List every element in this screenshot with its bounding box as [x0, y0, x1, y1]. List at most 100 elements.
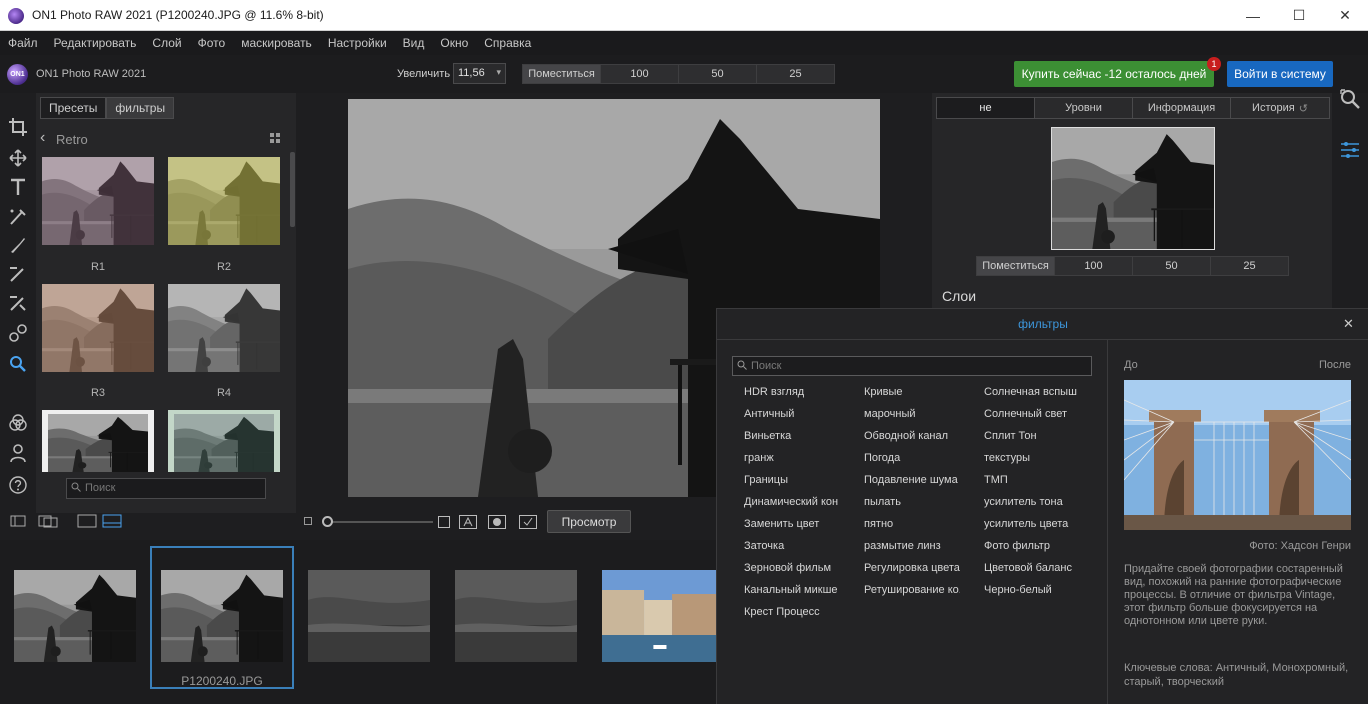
text-overlay-icon[interactable]: [459, 515, 477, 529]
filter-item[interactable]: Погода: [864, 452, 982, 464]
filter-example-image[interactable]: [1124, 380, 1351, 530]
filmstrip-thumbnail[interactable]: [308, 570, 430, 662]
filter-item[interactable]: Динамический кон: [744, 496, 840, 508]
filter-item[interactable]: Границы: [744, 474, 862, 486]
filter-item[interactable]: Солнечный свет: [984, 408, 1102, 420]
filter-item[interactable]: Регулировка цвета: [864, 562, 982, 574]
crop-icon[interactable]: [8, 117, 28, 137]
filter-item[interactable]: Античный: [744, 408, 862, 420]
nav-50-button[interactable]: 50: [1133, 257, 1211, 275]
nav-100-button[interactable]: 100: [1055, 257, 1133, 275]
filter-item[interactable]: Обводной канал: [864, 430, 982, 442]
menu-help[interactable]: Справка: [484, 36, 531, 50]
view-50-button[interactable]: 50: [679, 65, 757, 83]
filter-item[interactable]: Черно-белый: [984, 584, 1102, 596]
preview-button[interactable]: Просмотр: [547, 510, 631, 533]
people-icon[interactable]: [8, 443, 28, 463]
menu-photo[interactable]: Фото: [198, 36, 226, 50]
menu-window[interactable]: Окно: [440, 36, 468, 50]
tab-presets[interactable]: Пресеты: [40, 97, 107, 119]
menu-layer[interactable]: Слой: [152, 36, 181, 50]
retouch-brush-icon[interactable]: [8, 235, 28, 255]
slider-handle[interactable]: [322, 516, 333, 527]
filter-item[interactable]: марочный: [864, 408, 982, 420]
thumbnail-size-slider[interactable]: [330, 521, 433, 523]
close-button[interactable]: ✕: [1322, 0, 1368, 31]
help-icon[interactable]: [8, 475, 28, 495]
filmstrip-thumbnail[interactable]: [455, 570, 577, 662]
clone-icon[interactable]: [8, 323, 28, 343]
filter-item[interactable]: усилитель тона: [984, 496, 1102, 508]
filter-item[interactable]: Солнечная вспыш: [984, 386, 1082, 398]
mask-overlay-icon[interactable]: [488, 515, 506, 529]
menu-edit[interactable]: Редактировать: [54, 36, 137, 50]
menu-settings[interactable]: Настройки: [328, 36, 387, 50]
tab-info[interactable]: Информация: [1133, 98, 1231, 118]
preset-thumbnail-r1[interactable]: [42, 157, 154, 245]
view-fit-button[interactable]: Поместиться: [523, 65, 601, 83]
close-icon[interactable]: ✕: [1343, 316, 1354, 332]
grid-view-icon[interactable]: [270, 133, 280, 143]
tab-navigator[interactable]: не: [937, 98, 1035, 118]
filter-item[interactable]: Ретуширование ко.: [864, 584, 960, 596]
nav-25-button[interactable]: 25: [1211, 257, 1288, 275]
move-icon[interactable]: [8, 148, 28, 168]
filter-item[interactable]: пылать: [864, 496, 982, 508]
masking-brush-icon[interactable]: [8, 264, 28, 284]
checkmark-overlay-icon[interactable]: [519, 515, 537, 529]
preset-thumbnail-r4[interactable]: [168, 284, 280, 372]
chevron-left-icon[interactable]: ‹: [40, 129, 45, 147]
filter-item[interactable]: Заменить цвет: [744, 518, 862, 530]
filter-item[interactable]: размытие линз: [864, 540, 982, 552]
tab-levels[interactable]: Уровни: [1035, 98, 1133, 118]
adjustments-icon[interactable]: [1338, 138, 1362, 162]
filter-item[interactable]: усилитель цвета: [984, 518, 1102, 530]
preset-thumbnail-r2[interactable]: [168, 157, 280, 245]
zoom-hand-icon[interactable]: [8, 353, 28, 373]
filmstrip-thumbnail[interactable]: [602, 570, 716, 662]
presets-scrollbar[interactable]: [290, 152, 295, 227]
filter-item[interactable]: Сплит Тон: [984, 430, 1102, 442]
navigator-thumbnail[interactable]: [1051, 127, 1215, 250]
filter-item[interactable]: Виньетка: [744, 430, 862, 442]
presets-search-input[interactable]: Поиск: [66, 478, 266, 499]
view-25-button[interactable]: 25: [757, 65, 834, 83]
menu-file[interactable]: Файл: [8, 36, 38, 50]
compare-panel-icon[interactable]: [38, 514, 58, 528]
single-panel-icon[interactable]: [10, 514, 26, 528]
login-button[interactable]: Войти в систему: [1227, 61, 1333, 87]
menu-view[interactable]: Вид: [403, 36, 425, 50]
filter-item[interactable]: Подавление шума: [864, 474, 982, 486]
tab-filters[interactable]: фильтры: [106, 97, 175, 119]
filmstrip-off-icon[interactable]: [77, 514, 97, 528]
filter-item[interactable]: Крест Процесс: [744, 606, 862, 618]
filter-item[interactable]: текстуры: [984, 452, 1102, 464]
filter-item[interactable]: Канальный микше: [744, 584, 840, 596]
buy-now-button[interactable]: Купить сейчас -12 осталось дней: [1014, 61, 1214, 87]
filmstrip-on-icon[interactable]: [102, 514, 122, 528]
maximize-button[interactable]: ☐: [1276, 0, 1322, 31]
preset-thumbnail-r5[interactable]: [42, 410, 154, 472]
preset-thumbnail-r3[interactable]: [42, 284, 154, 372]
filter-item[interactable]: Зерновой фильм: [744, 562, 862, 574]
filter-item[interactable]: HDR взгляд: [744, 386, 862, 398]
refine-brush-icon[interactable]: [8, 293, 28, 313]
minimize-button[interactable]: —: [1230, 0, 1276, 31]
tab-history[interactable]: История ↺: [1231, 98, 1329, 118]
layers-icon[interactable]: [8, 413, 28, 433]
zoom-select[interactable]: 11,56 ▾: [453, 63, 506, 84]
brush-icon[interactable]: [8, 207, 28, 227]
nav-fit-button[interactable]: Поместиться: [977, 257, 1055, 275]
filmstrip-thumbnail-selected[interactable]: [161, 570, 283, 662]
view-100-button[interactable]: 100: [601, 65, 679, 83]
filter-item[interactable]: Кривые: [864, 386, 982, 398]
filter-item[interactable]: Заточка: [744, 540, 862, 552]
thumb-small-icon[interactable]: [304, 517, 312, 525]
filter-search-input[interactable]: Поиск: [732, 356, 1092, 376]
filter-item[interactable]: гранж: [744, 452, 862, 464]
menu-mask[interactable]: маскировать: [241, 36, 312, 50]
filter-item[interactable]: ТМП: [984, 474, 1102, 486]
filter-item[interactable]: Цветовой баланс: [984, 562, 1102, 574]
text-icon[interactable]: [8, 177, 28, 197]
filmstrip-thumbnail[interactable]: [14, 570, 136, 662]
